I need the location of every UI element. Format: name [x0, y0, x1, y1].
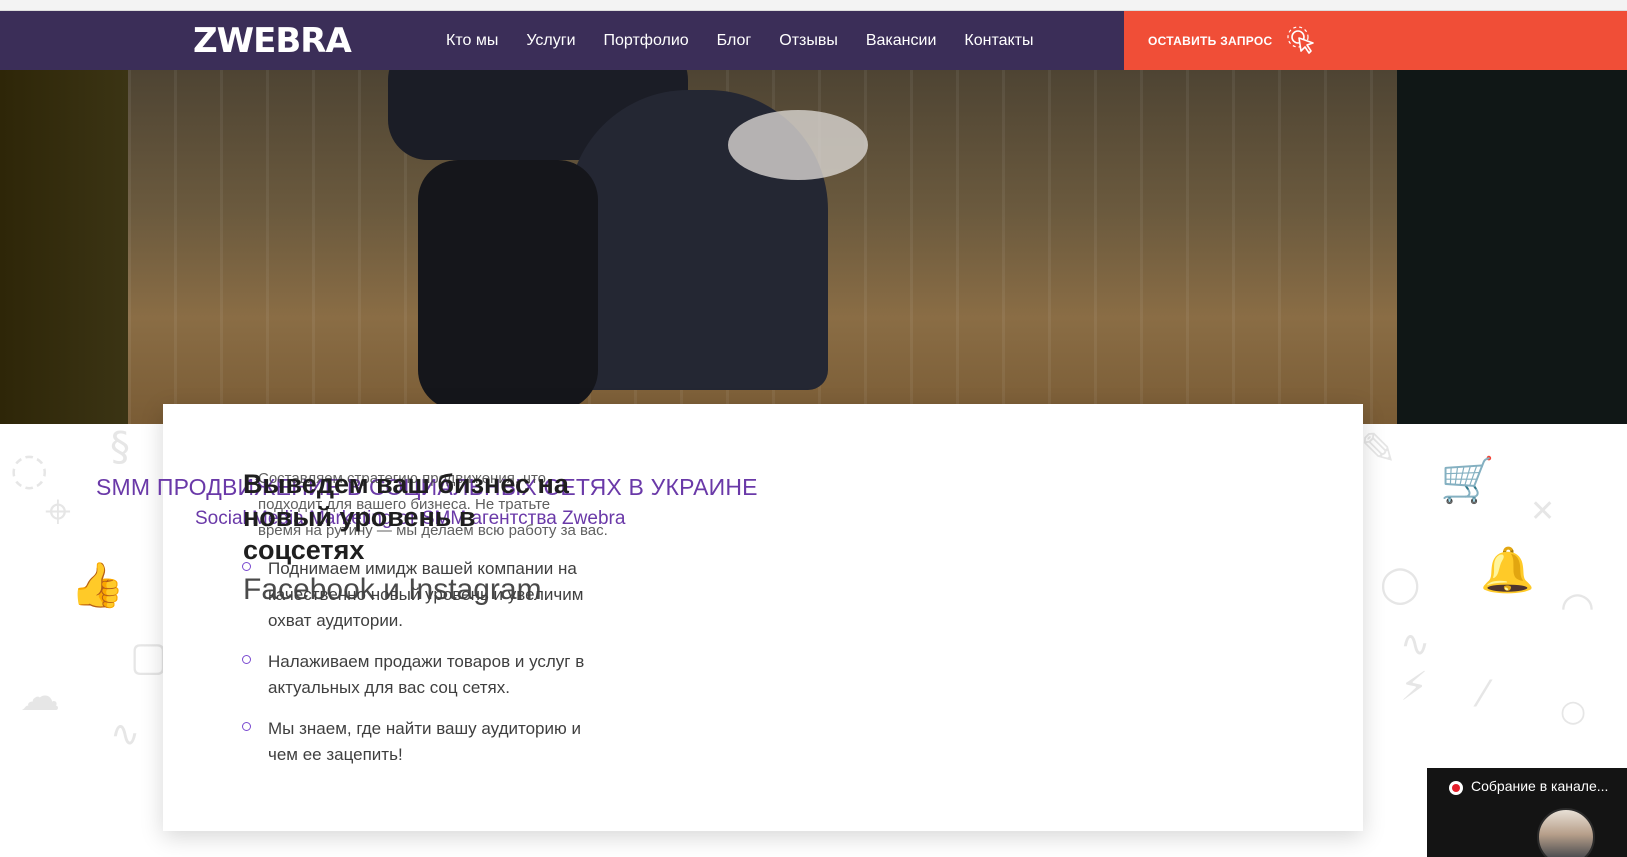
nav-item-vacancies[interactable]: Вакансии — [866, 32, 937, 50]
nav-item-reviews[interactable]: Отзывы — [779, 32, 838, 50]
main-nav: Кто мы Услуги Портфолио Блог Отзывы Вака… — [446, 11, 1062, 70]
cursor-click-icon — [1286, 25, 1314, 54]
hero-video — [0, 70, 1627, 424]
circle-bullet-icon — [242, 562, 251, 571]
circle-bullet-icon — [242, 655, 251, 664]
participant-avatar — [1537, 808, 1595, 857]
feature-text: Налаживаем продажи товаров и услуг в акт… — [268, 652, 585, 697]
recording-icon — [1449, 781, 1463, 795]
feature-list: Поднимаем имидж вашей компании на качест… — [242, 556, 612, 783]
site-header: ZWEBRA Кто мы Услуги Портфолио Блог Отзы… — [0, 11, 1627, 70]
hero-right-edge — [1397, 70, 1627, 424]
feature-item: Мы знаем, где найти вашу аудиторию и чем… — [242, 716, 612, 768]
browser-top-strip — [0, 0, 1627, 11]
nav-item-contacts[interactable]: Контакты — [964, 32, 1033, 50]
nav-item-about[interactable]: Кто мы — [446, 32, 498, 50]
feature-item: Налаживаем продажи товаров и услуг в акт… — [242, 649, 612, 701]
hero-office-photo — [128, 70, 1397, 424]
brand-logo[interactable]: ZWEBRA — [193, 23, 352, 59]
nav-item-services[interactable]: Услуги — [526, 32, 575, 50]
nav-item-blog[interactable]: Блог — [717, 32, 752, 50]
feature-text: Мы знаем, где найти вашу аудиторию и чем… — [268, 719, 581, 764]
feature-item: Поднимаем имидж вашей компании на качест… — [242, 556, 612, 634]
section-heading: Выведем ваш бизнес на новый уровень в со… — [243, 469, 569, 565]
hero-left-edge — [0, 70, 128, 424]
circle-bullet-icon — [242, 722, 251, 731]
leave-request-button[interactable]: ОСТАВИТЬ ЗАПРОС — [1124, 11, 1627, 70]
feature-text: Поднимаем имидж вашей компании на качест… — [268, 559, 584, 630]
meeting-popup[interactable]: Собрание в канале... — [1427, 768, 1627, 857]
leave-request-label: ОСТАВИТЬ ЗАПРОС — [1148, 33, 1273, 48]
nav-item-portfolio[interactable]: Портфолио — [604, 32, 689, 50]
meeting-title: Собрание в канале... — [1471, 778, 1609, 794]
